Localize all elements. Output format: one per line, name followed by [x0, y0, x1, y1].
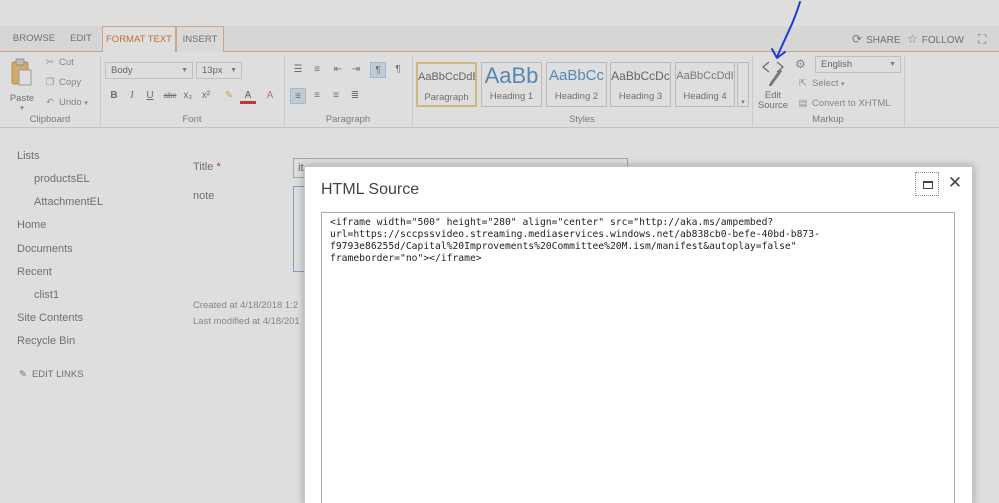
maximize-button[interactable]: [915, 172, 939, 196]
maximize-icon: [923, 181, 933, 189]
dialog-title: HTML Source: [321, 181, 420, 198]
sharepoint-page: BROWSE EDIT FORMAT TEXT INSERT ⟳ SHARE ☆ F…: [0, 0, 999, 503]
html-source-dialog: HTML Source ✕ <iframe width="500" height…: [304, 166, 973, 503]
close-button[interactable]: ✕: [946, 173, 964, 193]
html-source-textarea[interactable]: <iframe width="500" height="280" align="…: [321, 212, 955, 503]
close-icon: ✕: [947, 173, 963, 192]
